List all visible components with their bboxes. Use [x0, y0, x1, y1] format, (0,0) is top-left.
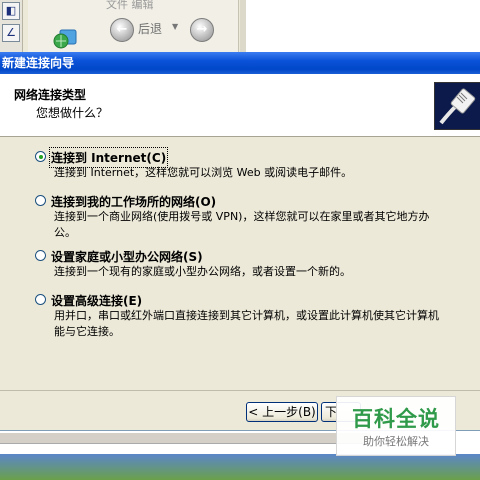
option-home-network-description: 连接到一个现有的家庭或小型办公网络，或者设置一个新的。	[54, 265, 351, 278]
folder-icon: ◧	[2, 2, 20, 20]
option-advanced-label[interactable]: 设置高级连接(E)	[51, 292, 142, 309]
option-internet-description: 连接到 Internet，这样您就可以浏览 Web 或阅读电子邮件。	[54, 166, 353, 179]
back-button[interactable]: < 上一步(B)	[246, 402, 318, 422]
option-advanced-description: 用并口，串口或红外端口直接连接到其它计算机，或设置此计算机使其它计算机能与它连接…	[54, 309, 439, 338]
radio-home-network[interactable]	[35, 250, 46, 261]
pane-divider	[240, 0, 246, 52]
arrow-right-icon: →	[196, 22, 208, 37]
window-title: 新建连接向导	[2, 56, 75, 70]
page-title: 网络连接类型	[14, 88, 87, 102]
option-workplace-description: 连接到一个商业网络(使用拨号或 VPN)，这样您就可以在家里或者其它地方办公。	[54, 210, 430, 239]
back-nav-label: 后退	[138, 22, 163, 36]
radio-workplace[interactable]	[35, 195, 46, 206]
edit-icon: ∠	[2, 24, 20, 42]
background-content-pane	[240, 0, 480, 52]
option-workplace-label[interactable]: 连接到我的工作场所的网络(O)	[51, 193, 216, 210]
arrow-left-icon: ←	[116, 22, 128, 37]
page-subtitle: 您想做什么？	[36, 106, 109, 120]
horizontal-scrollbar[interactable]	[0, 433, 370, 444]
forward-nav-button[interactable]: →	[190, 18, 214, 42]
chevron-down-icon[interactable]: ▼	[172, 22, 178, 31]
watermark-logo: 百科全说 助你轻松解决	[336, 396, 456, 456]
network-cable-icon	[434, 82, 480, 130]
option-internet-label[interactable]: 连接到 Internet(C)	[48, 147, 169, 168]
wizard-header: 网络连接类型 您想做什么？	[0, 74, 480, 137]
desktop-background	[0, 454, 480, 480]
option-home-network-label[interactable]: 设置家庭或小型办公网络(S)	[51, 248, 203, 265]
back-nav-button[interactable]: ←	[110, 18, 134, 42]
watermark-tagline: 助你轻松解决	[363, 435, 429, 448]
radio-advanced[interactable]	[35, 294, 46, 305]
radio-internet[interactable]	[35, 151, 46, 162]
background-menu-text: 文件 编辑	[106, 0, 154, 11]
watermark-brand: 百科全说	[352, 407, 440, 431]
network-globe-icon	[53, 29, 77, 49]
background-left-strip: ◧ ∠	[0, 0, 23, 52]
wizard-titlebar[interactable]: 新建连接向导	[0, 52, 480, 74]
